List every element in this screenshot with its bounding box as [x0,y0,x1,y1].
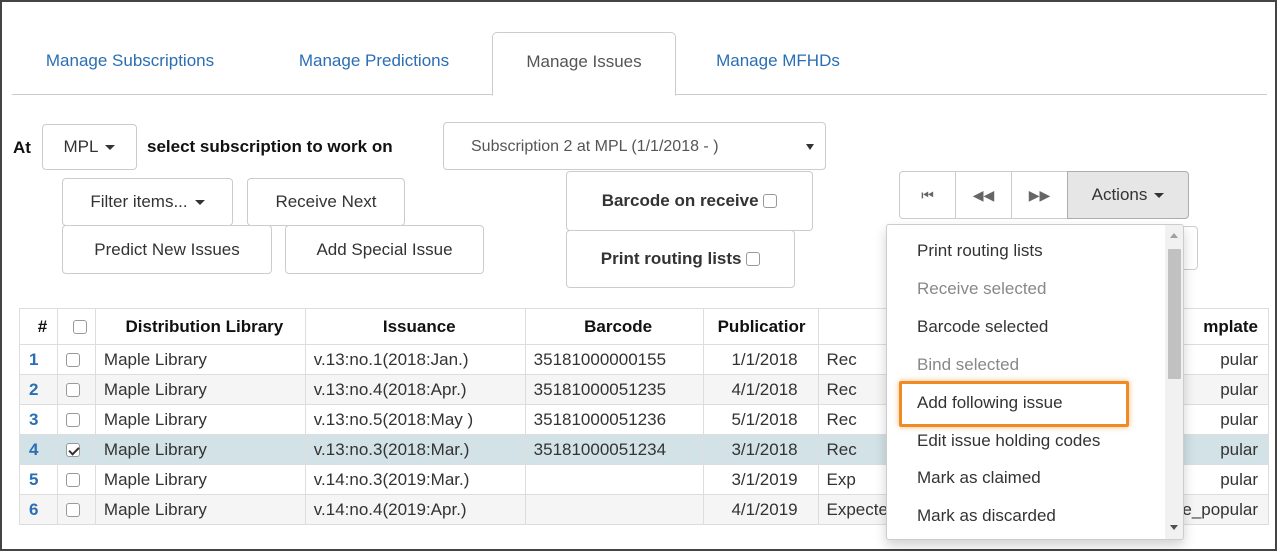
scroll-down-icon[interactable] [1170,525,1178,530]
chevron-down-icon [806,144,814,150]
filter-items-label: Filter items... [90,192,188,211]
cell-issuance: v.14:no.3(2019:Mar.) [304,464,526,495]
row-number-link[interactable]: 4 [19,434,58,465]
cell-barcode: 35181000051234 [524,434,704,465]
library-select[interactable]: MPL [42,124,137,170]
subscription-select-value: Subscription 2 at MPL (1/1/2018 - ) [471,138,719,155]
menu-item-mark-as-claimed[interactable]: Mark as claimed [917,468,1041,488]
cell-issuance: v.13:no.3(2018:Mar.) [304,434,526,465]
row-number-link[interactable]: 5 [19,464,58,495]
row-number-link[interactable]: 1 [19,344,58,375]
cell-publication: 3/1/2019 [702,464,819,495]
cell-library: Maple Library [94,404,306,435]
print-routing-lists-label: Print routing lists [600,249,742,268]
highlight-annotation [899,381,1129,427]
column-header-issuance[interactable]: Issuance [304,308,526,345]
receive-next-button[interactable]: Receive Next [247,178,405,226]
column-header-publication[interactable]: Publicatior [702,308,819,345]
scroll-up-icon[interactable] [1170,233,1178,238]
column-header-select[interactable] [56,308,96,345]
predict-new-issues-button[interactable]: Predict New Issues [62,225,272,274]
cell-barcode [524,464,704,495]
cell-barcode: 35181000051235 [524,374,704,405]
cell-publication: 3/1/2018 [702,434,819,465]
next-page-button[interactable]: ▶▶ [1011,171,1068,219]
cell-library: Maple Library [94,344,306,375]
at-label: At [13,138,31,157]
chevron-down-icon [1154,192,1165,198]
row-checkbox[interactable] [65,473,80,488]
select-all-checkbox[interactable] [73,320,88,335]
add-special-issue-button[interactable]: Add Special Issue [285,225,484,274]
tab-manage-subscriptions[interactable]: Manage Subscriptions [32,32,228,95]
row-checkbox[interactable] [65,503,80,518]
cell-library: Maple Library [94,494,306,525]
row-checkbox[interactable] [65,353,80,368]
cell-publication: 4/1/2019 [702,494,819,525]
menu-item-mark-as-discarded[interactable]: Mark as discarded [917,506,1056,526]
menu-item-receive-selected[interactable]: Receive selected [917,279,1046,299]
cell-barcode [524,494,704,525]
row-checkbox[interactable] [65,443,80,458]
column-header-library[interactable]: Distribution Library [94,308,306,345]
subscription-select[interactable]: Subscription 2 at MPL (1/1/2018 - ) [443,122,826,170]
cell-publication: 4/1/2018 [702,374,819,405]
menu-item-barcode-selected[interactable]: Barcode selected [917,317,1048,337]
actions-button[interactable]: Actions [1067,171,1189,219]
cell-library: Maple Library [94,434,306,465]
filter-items-button[interactable]: Filter items... [62,178,233,226]
chevron-down-icon [105,144,116,150]
column-header-barcode[interactable]: Barcode [524,308,704,345]
cell-issuance: v.13:no.1(2018:Jan.) [304,344,526,375]
menu-item-bind-selected[interactable]: Bind selected [917,355,1019,375]
tab-bar: Manage Subscriptions Manage Predictions … [12,32,1267,96]
print-routing-lists-checkbox[interactable] [746,252,761,266]
row-number-link[interactable]: 2 [19,374,58,405]
library-select-value: MPL [63,137,99,156]
menu-scrollbar-thumb[interactable] [1168,249,1181,379]
barcode-on-receive-toggle[interactable]: Barcode on receive [566,171,813,231]
previous-page-button[interactable]: ◀◀ [955,171,1012,219]
cell-issuance: v.13:no.4(2018:Apr.) [304,374,526,405]
tab-manage-predictions[interactable]: Manage Predictions [278,32,470,95]
cell-barcode: 35181000000155 [524,344,704,375]
first-page-button[interactable]: ⏮ [899,171,956,219]
row-number-link[interactable]: 6 [19,494,58,525]
print-routing-lists-toggle[interactable]: Print routing lists [566,230,795,288]
cell-issuance: v.14:no.4(2019:Apr.) [304,494,526,525]
menu-item-edit-issue-holding-codes[interactable]: Edit issue holding codes [917,431,1100,451]
row-checkbox[interactable] [65,383,80,398]
subscription-label: select subscription to work on [147,137,393,156]
actions-label: Actions [1091,185,1148,204]
row-checkbox[interactable] [65,413,80,428]
tab-manage-issues[interactable]: Manage Issues [492,32,676,96]
column-header-number[interactable]: # [19,308,58,345]
row-number-link[interactable]: 3 [19,404,58,435]
cell-publication: 1/1/2018 [702,344,819,375]
tab-manage-mfhds[interactable]: Manage MFHDs [698,32,858,95]
cell-library: Maple Library [94,464,306,495]
cell-issuance: v.13:no.5(2018:May ) [304,404,526,435]
cell-library: Maple Library [94,374,306,405]
cell-barcode: 35181000051236 [524,404,704,435]
barcode-on-receive-label: Barcode on receive [601,191,759,210]
cell-publication: 5/1/2018 [702,404,819,435]
barcode-on-receive-checkbox[interactable] [763,194,778,208]
menu-item-print-routing-lists[interactable]: Print routing lists [917,241,1043,261]
chevron-down-icon [194,199,205,205]
